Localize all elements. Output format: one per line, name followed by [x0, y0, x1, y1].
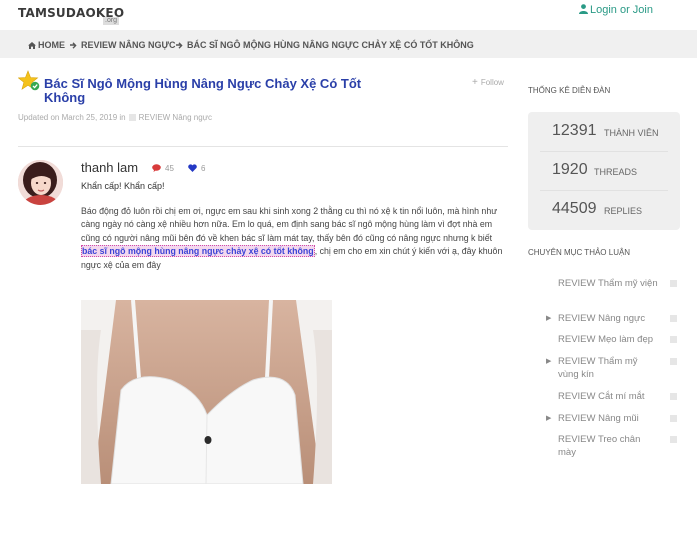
post-keyword-link[interactable]: bác sĩ ngô mộng hùng nâng ngực chảy xệ c…	[81, 245, 315, 258]
post-count-value: 45	[165, 164, 174, 173]
post-meta: Updated on March 25, 2019 in REVIEW Nâng …	[18, 113, 212, 122]
comment-icon	[152, 164, 161, 172]
avatar[interactable]	[18, 160, 63, 205]
stat-threads-label: THREADS	[594, 167, 638, 177]
sidebar-category-item[interactable]: REVIEW Treo chân mày	[558, 433, 658, 459]
breadcrumb-home-label: HOME	[38, 40, 65, 50]
stat-threads-value: 1920	[552, 161, 588, 178]
chevron-right-icon: ▶	[546, 415, 552, 422]
login-label: Login or Join	[590, 4, 653, 16]
author-name[interactable]: thanh lam	[81, 160, 138, 175]
category-icon	[670, 436, 677, 443]
category-icon	[670, 280, 677, 287]
breadcrumb-category-label: REVIEW NÂNG NGỰC	[81, 40, 176, 50]
like-count-value: 6	[201, 164, 206, 173]
stat-replies-label: REPLIES	[604, 206, 643, 216]
heart-icon	[188, 164, 197, 172]
author-post-count: 45	[152, 164, 174, 173]
post-title[interactable]: Bác Sĩ Ngô Mộng Hùng Nâng Ngực Chảy Xệ C…	[44, 77, 374, 105]
follow-button[interactable]: + Follow	[472, 77, 504, 88]
forum-stats-box: 12391 THÀNH VIÊN 1920 THREADS 44509 REPL…	[528, 112, 680, 230]
post-image	[81, 300, 332, 484]
forum-stats-heading: THỐNG KÊ DIỄN ĐÀN	[528, 86, 611, 95]
stat-members-label: THÀNH VIÊN	[604, 128, 659, 138]
divider	[18, 146, 508, 147]
stat-threads: 1920 THREADS	[528, 151, 680, 190]
post-updated-date: Updated on March 25, 2019 in	[18, 113, 126, 122]
sidebar-category-item[interactable]: REVIEW Thẩm mỹ vùng kín	[558, 355, 658, 381]
top-header: TAMSUDAOKEO .org Login or Join	[0, 0, 697, 30]
chevron-right-icon: ▶	[546, 358, 552, 365]
category-icon	[670, 393, 677, 400]
category-icon	[670, 415, 677, 422]
user-icon	[579, 4, 588, 14]
category-icon	[128, 114, 136, 121]
arrow-right-icon	[176, 42, 183, 49]
avatar-image	[18, 160, 63, 205]
stat-members: 12391 THÀNH VIÊN	[528, 112, 680, 151]
author-like-count: 6	[188, 164, 205, 173]
stat-replies: 44509 REPLIES	[528, 190, 680, 229]
breadcrumb: HOME REVIEW NÂNG NGỰC BÁC SĨ NGÔ MỘNG HÙ…	[0, 30, 697, 58]
post-body-text-before: Báo động đỏ luôn rồi chị em ơi, ngực em …	[81, 206, 498, 243]
breadcrumb-category[interactable]: REVIEW NÂNG NGỰC	[70, 40, 175, 50]
login-link[interactable]: Login or Join	[579, 3, 653, 16]
sidebar-category-item[interactable]: REVIEW Nâng mũi	[558, 412, 658, 425]
sidebar-category-item[interactable]: REVIEW Thẩm mỹ viện	[558, 277, 658, 290]
sidebar-category-item[interactable]: REVIEW Mẹo làm đẹp	[558, 333, 658, 346]
sidebar-category-item[interactable]: REVIEW Cắt mí mắt	[558, 390, 658, 403]
categories-heading: CHUYÊN MỤC THẢO LUẬN	[528, 248, 631, 257]
follow-label: Follow	[480, 78, 504, 87]
post-body: Báo động đỏ luôn rồi chị em ơi, ngực em …	[81, 205, 506, 272]
category-icon	[670, 358, 677, 365]
stat-replies-value: 44509	[552, 200, 597, 217]
sidebar-category-item[interactable]: REVIEW Nâng ngực	[558, 312, 658, 325]
chevron-right-icon: ▶	[546, 315, 552, 322]
breadcrumb-post-label: BÁC SĨ NGÔ MỘNG HÙNG NÂNG NGỰC CHẢY XỆ C…	[187, 40, 474, 50]
breadcrumb-current-post: BÁC SĨ NGÔ MỘNG HÙNG NÂNG NGỰC CHẢY XỆ C…	[176, 40, 474, 50]
arrow-right-icon	[70, 42, 77, 49]
breadcrumb-home[interactable]: HOME	[28, 40, 65, 50]
featured-star-icon	[18, 70, 40, 91]
post-headline: Khẩn cấp! Khẩn cấp!	[81, 181, 165, 191]
stat-members-value: 12391	[552, 122, 597, 139]
home-icon	[28, 42, 36, 49]
category-icon	[670, 336, 677, 343]
plus-icon: +	[472, 77, 478, 88]
post-category-link[interactable]: REVIEW Nâng ngực	[139, 113, 212, 122]
category-icon	[670, 315, 677, 322]
site-logo-suffix: .org	[103, 17, 120, 25]
